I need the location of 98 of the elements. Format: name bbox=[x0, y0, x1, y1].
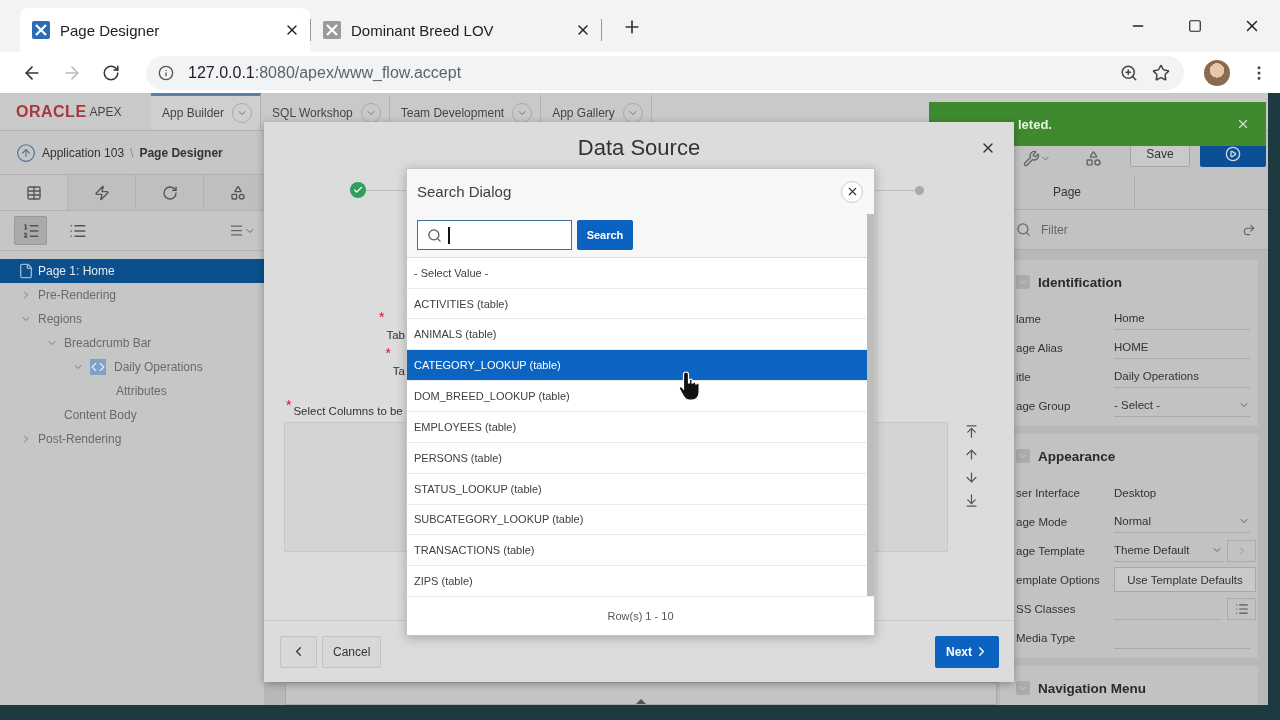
filter-field[interactable]: Filter bbox=[1039, 221, 1234, 238]
lightning-icon[interactable] bbox=[93, 184, 110, 201]
property-label: age Template bbox=[1015, 544, 1086, 557]
process-icon[interactable] bbox=[161, 184, 178, 201]
nav-tab[interactable]: App Builder bbox=[151, 93, 262, 130]
required-mark: * bbox=[379, 309, 385, 325]
avatar[interactable] bbox=[1204, 59, 1230, 86]
logo: ORACLE APEX bbox=[15, 101, 123, 122]
address-bar[interactable]: 127.0.0.1:8080/apex/www_flow.accept bbox=[146, 55, 1184, 90]
list-item[interactable]: SUBCATEGORY_LOOKUP (table) bbox=[407, 504, 867, 536]
property-label: SS Classes bbox=[1015, 602, 1077, 615]
list-item[interactable]: EMPLOYEES (table) bbox=[407, 412, 867, 443]
play-icon bbox=[1225, 146, 1241, 162]
browser-tab[interactable]: Dominant Breed LOV bbox=[311, 8, 601, 52]
list-button[interactable] bbox=[1227, 597, 1256, 620]
search-button[interactable]: Search bbox=[577, 220, 633, 251]
chevron-down-icon bbox=[1018, 683, 1028, 693]
list-item[interactable]: - Select Value - bbox=[407, 257, 867, 289]
table-icon[interactable] bbox=[25, 184, 42, 201]
property-label: Media Type bbox=[1015, 631, 1077, 644]
property-label: itle bbox=[1015, 370, 1032, 383]
next-button[interactable]: Next bbox=[935, 635, 999, 668]
group-title: Identification bbox=[1038, 274, 1122, 290]
info-icon[interactable] bbox=[158, 64, 174, 81]
menu-icon bbox=[229, 223, 244, 238]
close-button[interactable] bbox=[841, 180, 863, 203]
search-icon bbox=[427, 227, 442, 243]
list-icon bbox=[1234, 601, 1249, 616]
up-icon[interactable] bbox=[16, 142, 36, 163]
shapes-icon[interactable] bbox=[229, 184, 246, 201]
redo-icon[interactable] bbox=[1242, 222, 1256, 237]
breadcrumb-current: Page Designer bbox=[139, 145, 223, 160]
list-item[interactable]: ZIPS (table) bbox=[407, 566, 867, 598]
text-field[interactable]: Daily Operations bbox=[1114, 365, 1250, 388]
wrench-icon bbox=[1023, 150, 1040, 167]
list-item[interactable]: TRANSACTIONS (table) bbox=[407, 535, 867, 567]
list-item[interactable]: STATUS_LOOKUP (table) bbox=[407, 473, 867, 505]
collapse-toggle[interactable] bbox=[1016, 275, 1030, 289]
field-label: Select Columns to be bbox=[293, 405, 403, 417]
shapes-icon[interactable] bbox=[1085, 150, 1102, 167]
caret-up-icon[interactable] bbox=[636, 699, 646, 704]
template-defaults-button[interactable]: Use Template Defaults bbox=[1114, 567, 1256, 592]
property-value: Desktop bbox=[1114, 485, 1158, 501]
property-label: ser Interface bbox=[1015, 486, 1081, 499]
reload-icon[interactable] bbox=[102, 63, 120, 82]
property-label: age Group bbox=[1015, 399, 1072, 412]
chevron-down-icon bbox=[1018, 277, 1028, 287]
browser-tab[interactable]: Page Designer bbox=[20, 8, 310, 52]
collapse-toggle[interactable] bbox=[1016, 681, 1030, 695]
breadcrumb-link[interactable]: Application 103 bbox=[42, 145, 125, 160]
select-field[interactable]: Normal bbox=[1114, 510, 1250, 533]
search-icon bbox=[1016, 222, 1031, 237]
code-region-icon bbox=[90, 359, 106, 375]
property-label: age Mode bbox=[1015, 515, 1069, 528]
scrollbar-thumb[interactable] bbox=[867, 214, 874, 596]
wrench-button[interactable] bbox=[1023, 150, 1051, 167]
move-down-icon[interactable] bbox=[964, 470, 979, 485]
ordered-view-button[interactable] bbox=[14, 216, 47, 245]
required-mark: * bbox=[385, 345, 391, 361]
text-field[interactable]: Home bbox=[1114, 307, 1250, 330]
list-item[interactable]: CATEGORY_LOOKUP (table) bbox=[407, 350, 867, 382]
group-title: Appearance bbox=[1038, 448, 1116, 464]
tree-node[interactable]: Page 1: Home bbox=[0, 259, 264, 283]
ordered-list-icon bbox=[21, 221, 40, 240]
zoom-icon[interactable] bbox=[1120, 63, 1138, 82]
list-item[interactable]: ACTIVITIES (table) bbox=[407, 288, 867, 320]
move-up-icon[interactable] bbox=[964, 447, 979, 462]
move-top-icon[interactable] bbox=[964, 424, 979, 439]
dialog-title: Data Source bbox=[577, 135, 701, 161]
list-item[interactable]: PERSONS (table) bbox=[407, 442, 867, 474]
list-item[interactable]: ANIMALS (table) bbox=[407, 319, 867, 351]
breadcrumb-separator: \ bbox=[130, 145, 134, 160]
text-field[interactable]: HOME bbox=[1114, 336, 1250, 359]
chevron-down-icon bbox=[1018, 451, 1028, 461]
page-icon bbox=[18, 263, 34, 279]
toast-message: leted. bbox=[1018, 116, 1052, 132]
maximize-icon[interactable] bbox=[1187, 19, 1202, 33]
select-field[interactable]: Theme Default bbox=[1114, 539, 1223, 562]
row-count: Row(s) 1 - 10 bbox=[606, 609, 675, 624]
property-label: age Alias bbox=[1015, 341, 1064, 354]
dialog-title: Search Dialog bbox=[417, 183, 512, 200]
collapse-toggle[interactable] bbox=[1016, 449, 1030, 463]
cancel-button[interactable]: Cancel bbox=[322, 635, 382, 668]
property-label: emplate Options bbox=[1015, 573, 1101, 586]
menu-button[interactable] bbox=[229, 223, 256, 238]
app-icon bbox=[32, 21, 50, 39]
select-field[interactable]: - Select - bbox=[1114, 394, 1250, 417]
star-icon[interactable] bbox=[1152, 63, 1170, 82]
move-bottom-icon[interactable] bbox=[964, 493, 979, 508]
search-field[interactable] bbox=[417, 220, 572, 251]
app-icon bbox=[323, 21, 341, 39]
url-text: 127.0.0.1:8080/apex/www_flow.accept bbox=[188, 63, 463, 82]
property-label: lame bbox=[1015, 312, 1042, 325]
group-title: Navigation Menu bbox=[1038, 680, 1146, 696]
required-mark: * bbox=[286, 397, 292, 413]
list-item[interactable]: DOM_BREED_LOOKUP (table) bbox=[407, 381, 867, 412]
field-label: Ta bbox=[392, 365, 405, 377]
field-label: Tab bbox=[386, 329, 405, 341]
